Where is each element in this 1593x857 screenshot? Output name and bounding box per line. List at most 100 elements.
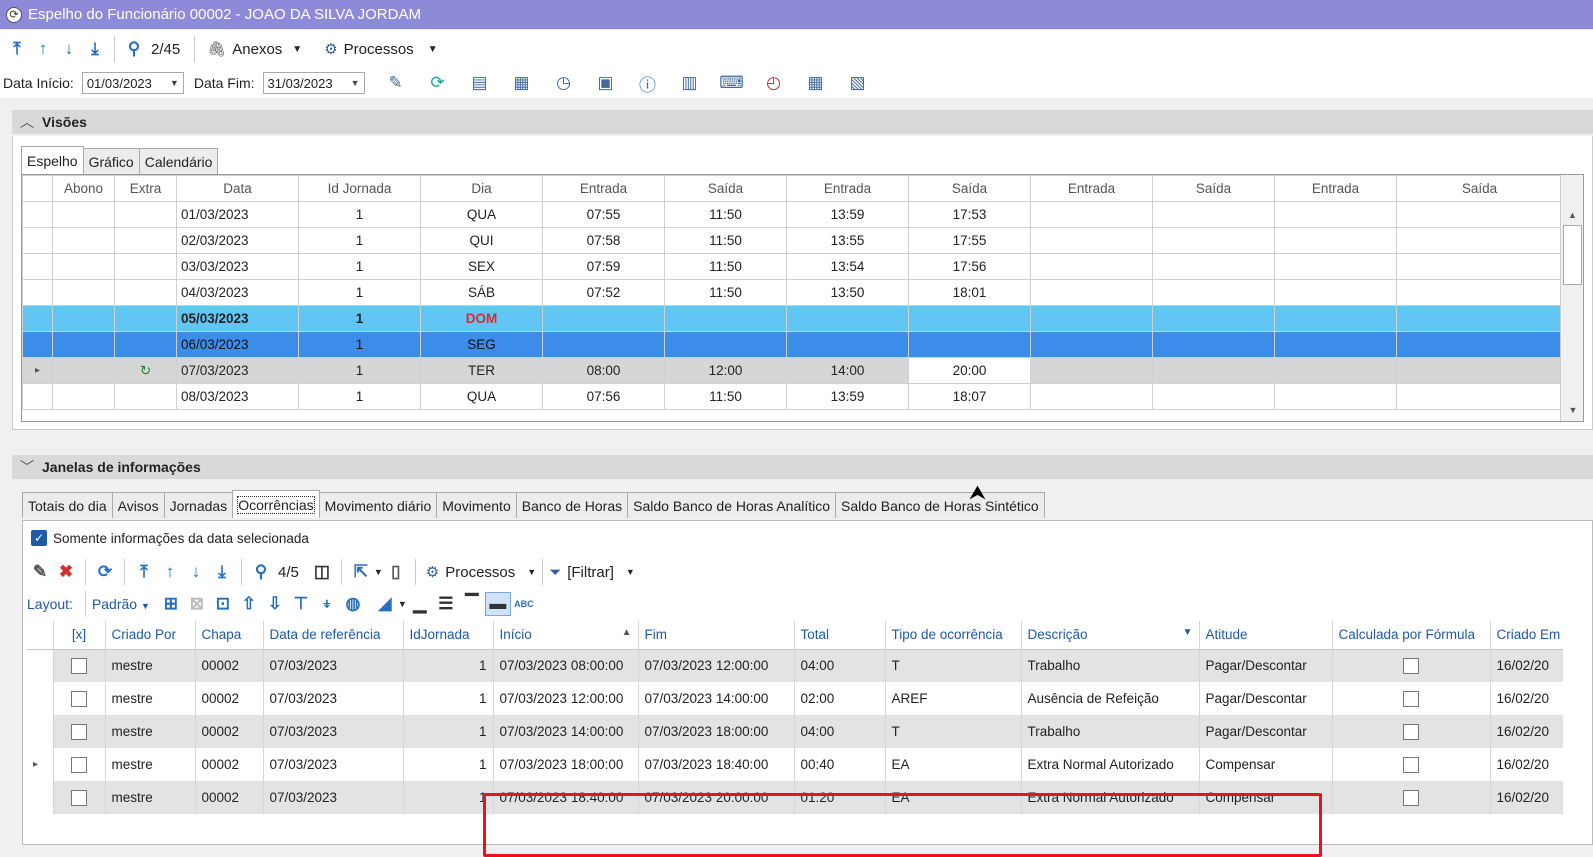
- cell-id[interactable]: 1: [298, 279, 421, 306]
- cell-total[interactable]: 01:20: [794, 781, 886, 814]
- empty-cell[interactable]: [52, 201, 115, 228]
- column-header[interactable]: Data de referência: [263, 621, 404, 650]
- scroll-down-icon[interactable]: ▼: [1561, 400, 1583, 420]
- column-header[interactable]: Total: [794, 621, 886, 650]
- cell-idj[interactable]: 1: [403, 682, 494, 715]
- empty-cell[interactable]: [1030, 253, 1153, 280]
- row-indicator[interactable]: [22, 305, 53, 332]
- ocorrencia-row[interactable]: mestre 00002 07/03/2023 1 07/03/2023 18:40:0…: [27, 781, 1563, 814]
- ocorrencia-row[interactable]: mestre 00002 07/03/2023 1 07/03/2023 12:00:0…: [27, 682, 1563, 715]
- cell-s2[interactable]: 18:01: [908, 279, 1031, 306]
- cell-inicio[interactable]: 07/03/2023 08:00:00: [493, 649, 639, 682]
- cell-e1[interactable]: [542, 331, 665, 358]
- calculator-icon[interactable]: ▦: [795, 73, 837, 93]
- cell-dataref[interactable]: 07/03/2023: [263, 781, 404, 814]
- row-indicator[interactable]: [22, 383, 53, 410]
- cell-dia[interactable]: DOM: [420, 305, 543, 332]
- pencil-icon[interactable]: ✎: [27, 560, 53, 584]
- select-checkbox[interactable]: [53, 715, 106, 748]
- row-indicator[interactable]: ▸: [27, 748, 54, 781]
- empty-cell[interactable]: [1274, 331, 1397, 358]
- cell-atitude[interactable]: Pagar/Descontar: [1199, 715, 1333, 748]
- row-indicator[interactable]: [22, 279, 53, 306]
- cell-e1[interactable]: 07:55: [542, 201, 665, 228]
- cell-e1[interactable]: [542, 305, 665, 332]
- checkbox[interactable]: [1403, 657, 1419, 674]
- empty-cell[interactable]: [52, 331, 115, 358]
- data-fim-select[interactable]: 31/03/2023 ▼: [262, 72, 365, 94]
- espelho-row[interactable]: 02/03/2023 1 QUI 07:58 11:50 13:55 17:55: [22, 227, 1563, 254]
- empty-cell[interactable]: [52, 253, 115, 280]
- empty-cell[interactable]: [1152, 383, 1275, 410]
- previous-record-icon[interactable]: ↑: [157, 560, 183, 584]
- extra-cell[interactable]: [114, 279, 177, 306]
- checked-icon[interactable]: ✓: [31, 530, 47, 546]
- tab-saldo-banco-de-horas-anal-tico[interactable]: Saldo Banco de Horas Analítico: [627, 492, 837, 518]
- column-header[interactable]: Dia: [420, 175, 543, 202]
- espelho-row[interactable]: 08/03/2023 1 QUA 07:56 11:50 13:59 18:07: [22, 383, 1563, 410]
- empty-cell[interactable]: [1152, 357, 1275, 384]
- empty-cell[interactable]: [52, 305, 115, 332]
- cell-e2[interactable]: 14:00: [786, 357, 909, 384]
- cell-criado[interactable]: mestre: [105, 682, 196, 715]
- cell-tipo[interactable]: T: [885, 715, 1022, 748]
- column-header[interactable]: Atitude: [1199, 621, 1333, 650]
- cell-data[interactable]: 04/03/2023: [176, 279, 299, 306]
- empty-cell[interactable]: [1030, 383, 1153, 410]
- espelho-row[interactable]: 01/03/2023 1 QUA 07:55 11:50 13:59 17:53: [22, 201, 1563, 228]
- previous-record-icon[interactable]: ↑: [30, 37, 56, 61]
- column-header[interactable]: Início ▲: [493, 621, 639, 650]
- column-header[interactable]: Extra: [114, 175, 177, 202]
- cell-desc[interactable]: Extra Normal Autorizado: [1021, 781, 1200, 814]
- cell-chapa[interactable]: 00002: [195, 682, 264, 715]
- scroll-thumb[interactable]: [1563, 225, 1582, 285]
- cell-fim[interactable]: 07/03/2023 12:00:00: [638, 649, 795, 682]
- column-header[interactable]: Criado Em: [1490, 621, 1563, 650]
- cell-id[interactable]: 1: [298, 357, 421, 384]
- empty-cell[interactable]: [1030, 357, 1153, 384]
- cell-s1[interactable]: 11:50: [664, 227, 787, 254]
- checkbox[interactable]: [1403, 723, 1419, 740]
- document-clock-icon[interactable]: ▤: [459, 73, 501, 93]
- cell-id[interactable]: 1: [298, 383, 421, 410]
- cell-atitude[interactable]: Compensar: [1199, 781, 1333, 814]
- cell-s1[interactable]: 11:50: [664, 201, 787, 228]
- row-indicator[interactable]: [27, 715, 54, 748]
- cell-dia[interactable]: SEG: [420, 331, 543, 358]
- empty-cell[interactable]: [1396, 383, 1563, 410]
- empty-cell[interactable]: [1274, 279, 1397, 306]
- ocorrencia-row[interactable]: mestre 00002 07/03/2023 1 07/03/2023 08:00:0…: [27, 649, 1563, 682]
- empty-cell[interactable]: [1274, 201, 1397, 228]
- column-header[interactable]: Saída: [1396, 175, 1563, 202]
- somente-checkbox-row[interactable]: ✓ Somente informações da data selecionad…: [31, 530, 309, 546]
- cell-desc[interactable]: Trabalho: [1021, 715, 1200, 748]
- extra-edit-icon[interactable]: ↻: [140, 363, 151, 378]
- empty-cell[interactable]: [1274, 357, 1397, 384]
- cell-dia[interactable]: TER: [420, 357, 543, 384]
- processos-button[interactable]: ⚙ Processos ▼: [324, 40, 437, 59]
- cell-inicio[interactable]: 07/03/2023 14:00:00: [493, 715, 639, 748]
- empty-cell[interactable]: [52, 227, 115, 254]
- panel-top-icon[interactable]: ▔: [459, 592, 485, 616]
- empty-cell[interactable]: [1030, 305, 1153, 332]
- column-header[interactable]: Entrada: [1274, 175, 1397, 202]
- column-header[interactable]: Descrição ▼: [1021, 621, 1200, 650]
- layout-select[interactable]: Padrão ▼: [92, 596, 150, 612]
- extra-cell[interactable]: ↻: [114, 357, 177, 384]
- cell-atitude[interactable]: Pagar/Descontar: [1199, 682, 1333, 715]
- vertical-scrollbar[interactable]: ▲ ▼: [1560, 175, 1583, 421]
- cell-dia[interactable]: QUI: [420, 227, 543, 254]
- cell-e2[interactable]: 13:59: [786, 201, 909, 228]
- row-indicator[interactable]: [22, 201, 53, 228]
- empty-cell[interactable]: [1152, 253, 1275, 280]
- cell-e2[interactable]: [786, 305, 909, 332]
- cell-criado[interactable]: mestre: [105, 781, 196, 814]
- cell-e2[interactable]: 13:50: [786, 279, 909, 306]
- cell-dataref[interactable]: 07/03/2023: [263, 682, 404, 715]
- select-checkbox[interactable]: [53, 649, 106, 682]
- cell-id[interactable]: 1: [298, 331, 421, 358]
- keyboard-icon[interactable]: ⌨: [711, 73, 753, 93]
- last-record-icon[interactable]: ⤓: [209, 560, 235, 584]
- checkbox[interactable]: [71, 657, 87, 674]
- row-indicator[interactable]: [22, 227, 53, 254]
